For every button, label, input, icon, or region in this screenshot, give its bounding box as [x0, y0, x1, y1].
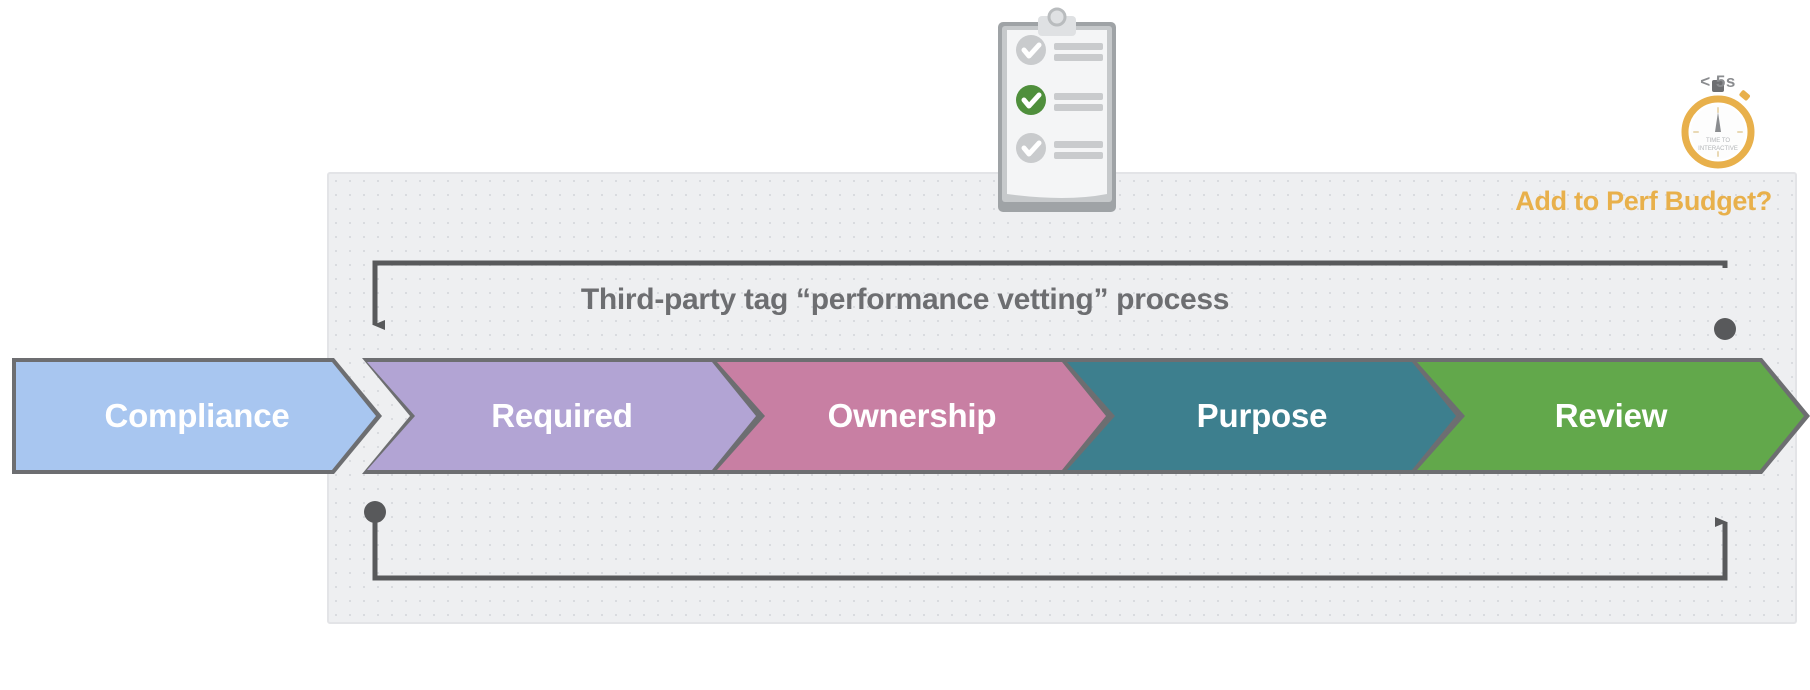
stopwatch-face-line1: TIME TO: [1706, 138, 1730, 144]
stage-chevron-required[interactable]: Required: [362, 358, 762, 474]
stage-label: Required: [491, 397, 633, 434]
stage-chevron-ownership[interactable]: Ownership: [712, 358, 1112, 474]
stage-chevron-review[interactable]: Review: [1412, 358, 1810, 474]
stage-label: Review: [1554, 397, 1668, 434]
stage-label: Ownership: [827, 397, 997, 434]
stopwatch-face-line2: INTERACTIVE: [1698, 146, 1738, 152]
process-stage-row: Compliance Required Ownership Purpose Re…: [0, 358, 1810, 474]
stopwatch-threshold-label: < 5s: [1700, 72, 1736, 91]
clipboard-checklist-icon: [998, 7, 1116, 212]
stage-label: Compliance: [104, 397, 290, 434]
stage-chevron-compliance[interactable]: Compliance: [12, 358, 382, 474]
stage-chevron-purpose[interactable]: Purpose: [1062, 358, 1462, 474]
stage-label: Purpose: [1196, 397, 1328, 434]
process-title: Third-party tag “performance vetting” pr…: [580, 283, 1230, 316]
perf-budget-label: Add to Perf Budget?: [1515, 186, 1772, 216]
